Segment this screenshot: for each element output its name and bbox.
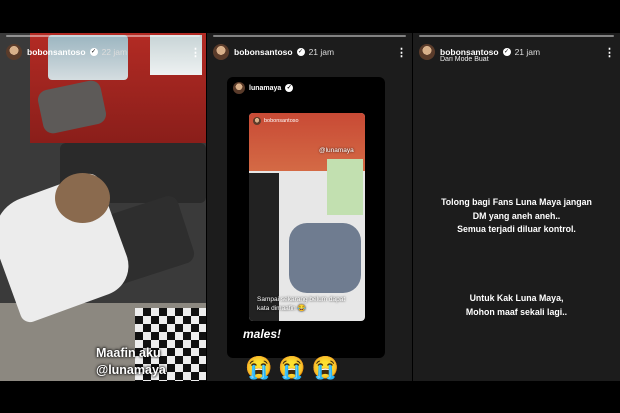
more-options-icon[interactable]: ⋮ xyxy=(396,46,407,59)
reposted-story-card[interactable]: lunamaya ✓ bobonsantoso @lunamaya Sampai… xyxy=(227,77,385,358)
crying-emoji-icons: 😭😭😭 xyxy=(245,355,346,380)
more-options-icon[interactable]: ⋮ xyxy=(190,46,201,59)
story-text-paragraph-2: Untuk Kak Luna Maya, Mohon maaf sekali l… xyxy=(413,292,620,319)
story-caption: Maafin aku @lunamaya xyxy=(96,345,166,379)
avatar[interactable] xyxy=(213,44,229,60)
story-panel-2[interactable]: bobonsantoso ✓ 21 jam ⋮ lunamaya ✓ bobon… xyxy=(207,33,412,381)
story-progress-bar xyxy=(213,35,406,37)
username[interactable]: bobonsantoso xyxy=(234,47,293,57)
story-source[interactable]: Dari Mode Buat xyxy=(440,56,489,63)
inner-mention: @lunamaya xyxy=(319,147,354,154)
story-text-paragraph-1: Tolong bagi Fans Luna Maya jangan DM yan… xyxy=(413,196,620,237)
text-line: Untuk Kak Luna Maya, xyxy=(469,293,564,303)
more-options-icon[interactable]: ⋮ xyxy=(604,46,615,59)
repost-username[interactable]: lunamaya xyxy=(249,85,281,92)
repost-header: lunamaya ✓ xyxy=(233,82,297,94)
story-progress-bar xyxy=(419,35,614,37)
text-line: Semua terjadi diluar kontrol. xyxy=(457,224,576,234)
caption-line: Maafin aku xyxy=(96,346,161,360)
vehicle-window xyxy=(327,159,363,215)
story-header: bobonsantoso ✓ 22 jam ⋮ xyxy=(6,42,201,62)
story-panel-3[interactable]: bobonsantoso ✓ 21 jam ⋮ Dari Mode Buat T… xyxy=(413,33,620,381)
story-time: 21 jam xyxy=(514,47,541,57)
story-time: 21 jam xyxy=(308,47,335,57)
story-panel-1[interactable]: bobonsantoso ✓ 22 jam ⋮ Maafin aku @luna… xyxy=(0,33,206,381)
inner-story-photo: bobonsantoso @lunamaya Sampai sekarang b… xyxy=(249,113,365,321)
inner-caption: Sampai sekarang belum dapat kata dimaafi… xyxy=(257,296,346,312)
story-time: 22 jam xyxy=(101,47,128,57)
inner-username: bobonsantoso xyxy=(264,118,299,124)
text-line: DM yang aneh aneh.. xyxy=(472,210,561,221)
text-line: Tolong bagi Fans Luna Maya jangan xyxy=(441,197,592,207)
verified-badge-icon: ✓ xyxy=(285,84,294,92)
inner-story-header: bobonsantoso xyxy=(253,117,299,125)
avatar xyxy=(253,117,261,125)
avatar[interactable] xyxy=(419,44,435,60)
avatar xyxy=(233,82,245,94)
caption-mention[interactable]: @lunamaya xyxy=(96,362,166,379)
username[interactable]: bobonsantoso xyxy=(27,47,86,57)
story-header: bobonsantoso ✓ 21 jam ⋮ xyxy=(213,42,407,62)
verified-badge-icon: ✓ xyxy=(89,48,98,56)
verified-badge-icon: ✓ xyxy=(296,48,305,56)
person-lying xyxy=(289,223,361,293)
repost-caption: males! xyxy=(243,327,282,341)
text-line: Mohon maaf sekali lagi.. xyxy=(465,306,568,317)
person-hair xyxy=(55,173,110,223)
verified-badge-icon: ✓ xyxy=(502,48,511,56)
story-progress-bar xyxy=(6,35,200,37)
avatar[interactable] xyxy=(6,44,22,60)
